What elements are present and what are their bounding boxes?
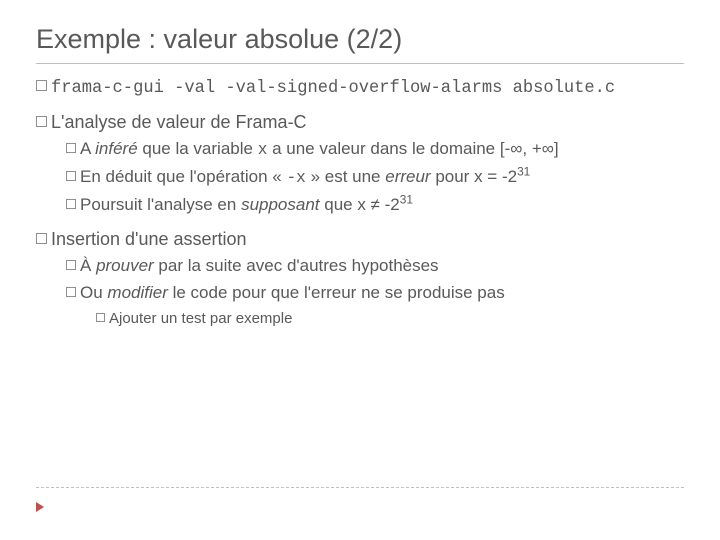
command-text: frama-c-gui -val -val-signed-overflow-al…: [51, 79, 615, 98]
bullet-icon: [66, 260, 76, 270]
bullet-icon: [66, 143, 76, 153]
bullet-icon: [36, 233, 47, 244]
insertion-item-2: Ou modifier le code pour que l'erreur ne…: [66, 282, 684, 305]
bullet-icon: [36, 116, 47, 127]
command-line: frama-c-gui -val -val-signed-overflow-al…: [36, 74, 684, 100]
slide: Exemple : valeur absolue (2/2) frama-c-g…: [0, 0, 720, 540]
bullet-icon: [66, 171, 76, 181]
insertion-item-1: À prouver par la suite avec d'autres hyp…: [66, 255, 684, 278]
section-insertion: Insertion d'une assertion: [36, 227, 684, 251]
section-analysis: L'analyse de valeur de Frama-C: [36, 110, 684, 134]
bullet-icon: [66, 199, 76, 209]
slide-body: frama-c-gui -val -val-signed-overflow-al…: [36, 74, 684, 329]
insertion-item-2-sub: Ajouter un test par exemple: [96, 309, 684, 329]
bullet-icon: [36, 80, 47, 91]
analysis-item-1: A inféré que la variable x a une valeur …: [66, 138, 684, 162]
footer-divider: [36, 487, 684, 488]
bullet-icon: [66, 287, 76, 297]
footer-marker-icon: [36, 502, 44, 512]
analysis-item-2: En déduit que l'opération « -x » est une…: [66, 166, 684, 190]
slide-title: Exemple : valeur absolue (2/2): [36, 24, 684, 64]
analysis-item-3: Poursuit l'analyse en supposant que x ≠ …: [66, 194, 684, 217]
bullet-icon: [96, 313, 105, 322]
section-heading: L'analyse de valeur de Frama-C: [51, 112, 307, 132]
section-heading: Insertion d'une assertion: [51, 229, 247, 249]
